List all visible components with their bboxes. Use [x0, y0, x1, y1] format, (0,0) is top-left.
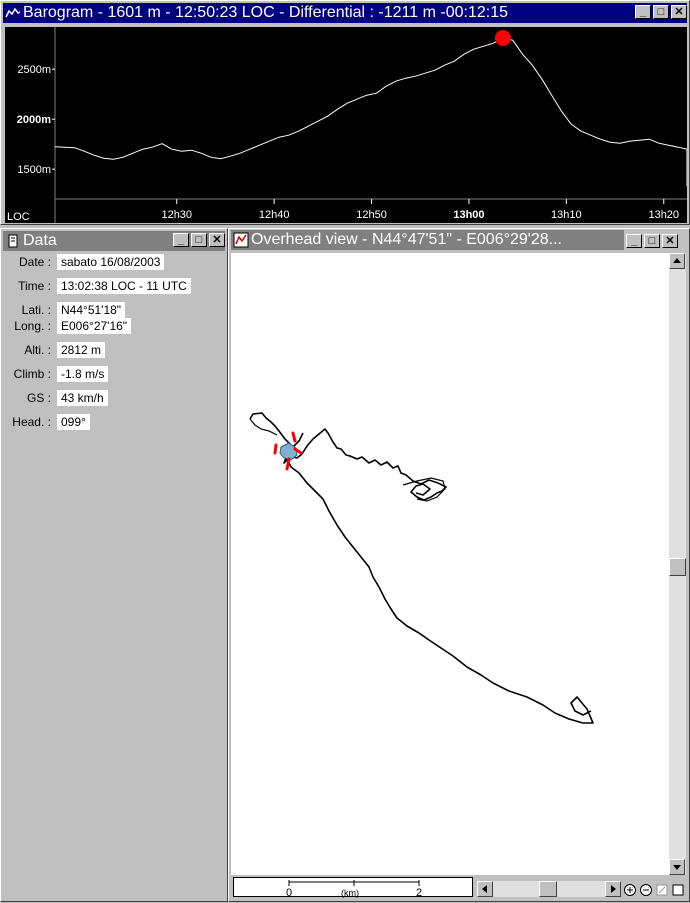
vertical-scrollbar[interactable] — [669, 253, 686, 875]
scale-unit-label: (km) — [341, 888, 359, 898]
barogram-plot[interactable]: 2500m 2000m 1500m 12h30 12h40 12h50 13h00 13h1… — [5, 27, 688, 223]
barogram-titlebar[interactable]: Barogram - 1601 m - 12:50:23 LOC - Diffe… — [3, 3, 687, 23]
horizontal-scroll-thumb[interactable] — [539, 881, 557, 897]
overhead-window-controls: _ □ ✕ — [626, 234, 678, 250]
heading-label: Head. : — [12, 415, 51, 429]
minimize-button[interactable]: _ — [173, 233, 189, 247]
scroll-right-button[interactable] — [605, 881, 621, 897]
overhead-title: Overhead view - N44°47'51" - E006°29'28.… — [251, 231, 562, 248]
scale-ruler: 0 (km) 2 — [286, 880, 422, 899]
y-tick-label: 2500m — [17, 64, 51, 76]
x-tick-label: 12h50 — [356, 209, 387, 221]
data-window-controls: _ □ ✕ — [173, 233, 225, 249]
minimize-button[interactable]: _ — [635, 5, 651, 19]
latitude-value: N44°51'18" — [57, 302, 126, 318]
data-window: Data _ □ ✕ Date : sabato 16/08/2003 Time … — [0, 228, 228, 902]
maximize-button[interactable]: □ — [644, 234, 660, 248]
scroll-up-button[interactable] — [669, 253, 685, 269]
horizontal-scrollbar[interactable] — [477, 881, 621, 897]
ground-speed-label: GS : — [26, 391, 51, 405]
scale-bar: 0 (km) 2 — [233, 877, 473, 899]
arrow-left-icon — [482, 885, 487, 893]
x-tick-label: 12h40 — [259, 209, 290, 221]
y-tick-group: 2500m 2000m 1500m — [17, 64, 55, 176]
scale-end-label: 2 — [416, 887, 422, 898]
climb-label: Climb : — [13, 367, 51, 381]
altitude-label: Alti. : — [24, 343, 51, 357]
zoom-area-icon[interactable] — [655, 883, 669, 897]
heading-value: 099° — [57, 414, 90, 430]
overhead-map[interactable] — [231, 253, 669, 875]
x-tick-group: 12h30 12h40 12h50 13h00 13h10 13h20 — [161, 199, 679, 221]
maximize-button[interactable]: □ — [191, 233, 207, 247]
overhead-window-icon — [233, 232, 249, 248]
y-tick-label: 1500m — [17, 164, 51, 176]
x-tick-label: 12h30 — [161, 209, 192, 221]
zoom-out-icon[interactable] — [639, 883, 653, 897]
barogram-window-icon — [5, 7, 21, 18]
longitude-label: Long. : — [14, 319, 51, 333]
arrow-up-icon — [673, 258, 681, 263]
barogram-title: Barogram - 1601 m - 12:50:23 LOC - Diffe… — [23, 4, 508, 21]
climb-value: -1.8 m/s — [57, 366, 109, 382]
close-button[interactable]: ✕ — [209, 233, 225, 247]
map-bottom-bar: 0 (km) 2 — [231, 875, 686, 899]
close-button[interactable]: ✕ — [662, 234, 678, 248]
maximize-button[interactable]: □ — [653, 5, 669, 19]
maximize-icon: □ — [657, 6, 665, 18]
scale-start-label: 0 — [286, 887, 292, 898]
flight-track — [249, 412, 594, 724]
maximize-icon: □ — [195, 234, 203, 246]
close-button[interactable]: ✕ — [671, 5, 687, 19]
overhead-titlebar[interactable]: Overhead view - N44°47'51" - E006°29'28.… — [231, 230, 624, 250]
close-icon: ✕ — [665, 235, 675, 247]
minimize-icon: _ — [630, 235, 638, 247]
y-tick-label: 2000m — [17, 114, 51, 126]
position-marker[interactable] — [495, 30, 511, 46]
barogram-chart[interactable]: 2500m 2000m 1500m 12h30 12h40 12h50 13h00 13h1… — [5, 27, 688, 223]
altitude-value: 2812 m — [57, 342, 106, 358]
flight-track-map[interactable] — [231, 253, 669, 875]
maximize-icon: □ — [648, 235, 656, 247]
date-label: Date : — [18, 255, 51, 269]
vertical-scroll-thumb[interactable] — [669, 558, 686, 576]
x-tick-label: 13h00 — [453, 209, 484, 221]
time-value: 13:02:38 LOC - 11 UTC — [57, 278, 191, 294]
zoom-in-icon[interactable] — [623, 883, 637, 897]
barogram-window-controls: _ □ ✕ — [635, 5, 687, 21]
minimize-icon: _ — [639, 6, 647, 18]
arrow-right-icon — [611, 885, 616, 893]
altitude-series-line — [54, 37, 688, 187]
scroll-down-button[interactable] — [669, 859, 685, 875]
x-tick-label: 13h10 — [551, 209, 582, 221]
longitude-value: E006°27'16" — [57, 318, 132, 334]
x-axis-label: LOC — [7, 211, 30, 223]
data-window-icon — [8, 234, 18, 248]
minimize-button[interactable]: _ — [626, 234, 642, 248]
barogram-window: Barogram - 1601 m - 12:50:23 LOC - Diffe… — [0, 0, 690, 225]
arrow-down-icon — [673, 865, 681, 870]
ground-speed-value: 43 km/h — [57, 390, 108, 406]
close-icon: ✕ — [674, 6, 684, 18]
date-value: sabato 16/08/2003 — [57, 254, 165, 270]
time-label: Time : — [18, 279, 51, 293]
close-icon: ✕ — [212, 234, 222, 246]
minimize-icon: _ — [177, 234, 185, 246]
data-title: Data — [23, 232, 57, 249]
fit-window-icon[interactable] — [671, 883, 685, 897]
scroll-left-button[interactable] — [477, 881, 493, 897]
x-tick-label: 13h20 — [648, 209, 679, 221]
latitude-label: Lati. : — [21, 303, 51, 317]
